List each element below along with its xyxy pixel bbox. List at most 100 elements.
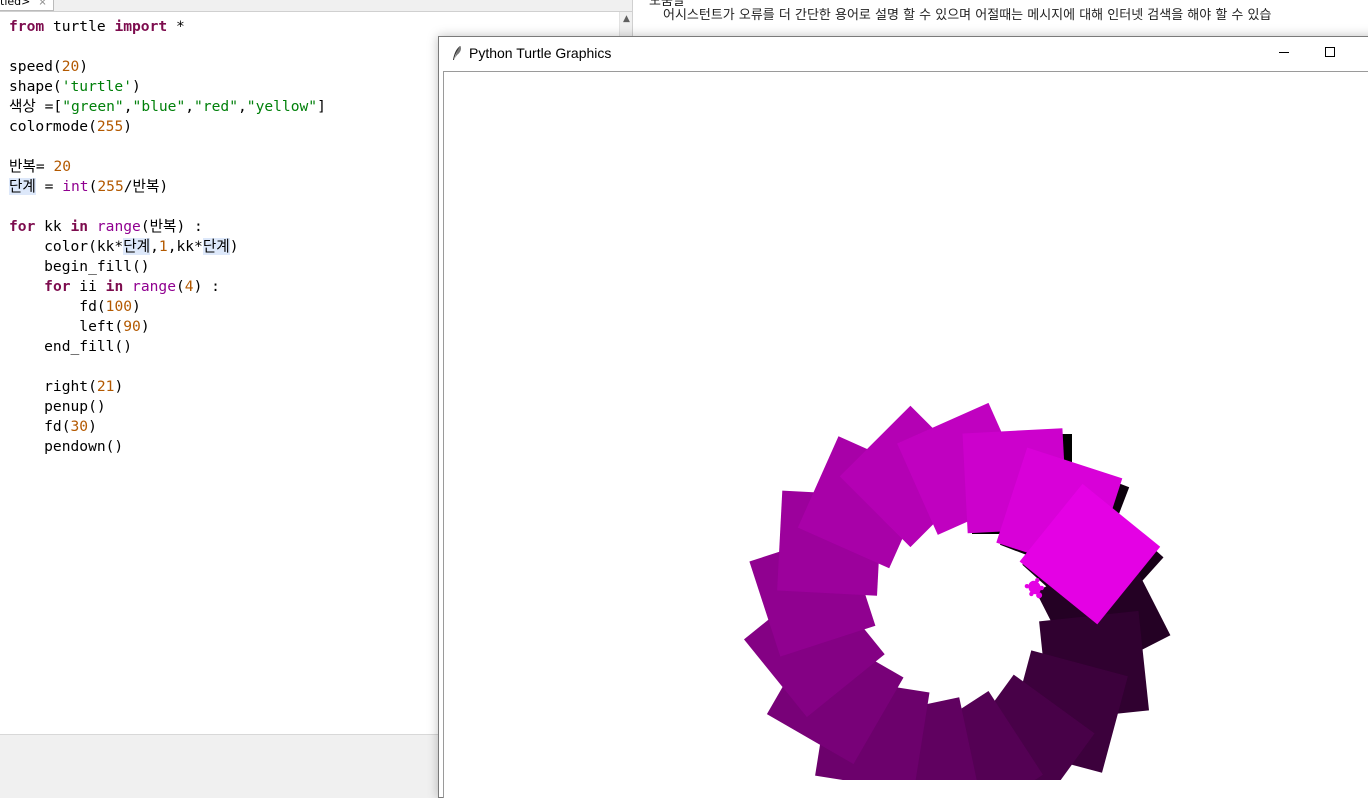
code-token: 단계 bbox=[123, 238, 151, 255]
code-token: in bbox=[70, 218, 89, 235]
maximize-icon bbox=[1325, 47, 1335, 57]
code-token: 'turtle' bbox=[61, 78, 133, 95]
code-token: 30 bbox=[70, 418, 89, 435]
code-token: kk bbox=[35, 218, 71, 235]
code-line[interactable]: 색상 =["green","blue","red","yellow"] bbox=[9, 97, 326, 117]
window-titlebar[interactable]: Python Turtle Graphics bbox=[439, 37, 1368, 69]
code-line[interactable]: fd(100) bbox=[9, 297, 326, 317]
code-line[interactable]: penup() bbox=[9, 397, 326, 417]
code-line[interactable]: for ii in range(4) : bbox=[9, 277, 326, 297]
code-token: penup() bbox=[9, 398, 106, 415]
code-token: ) bbox=[123, 118, 133, 135]
turtle-canvas-area bbox=[443, 71, 1368, 798]
code-token: right( bbox=[9, 378, 97, 395]
maximize-button[interactable] bbox=[1307, 37, 1353, 69]
scroll-up-icon[interactable]: ▲ bbox=[623, 14, 630, 24]
code-token: shape( bbox=[9, 78, 62, 95]
close-icon[interactable]: × bbox=[38, 0, 46, 8]
code-token: ) bbox=[79, 58, 89, 75]
code-token: ) : bbox=[193, 278, 220, 295]
code-line[interactable]: pendown() bbox=[9, 437, 326, 457]
code-line[interactable] bbox=[9, 357, 326, 377]
code-line[interactable]: colormode(255) bbox=[9, 117, 326, 137]
code-token: ) bbox=[114, 378, 124, 395]
code-line[interactable] bbox=[9, 37, 326, 57]
code-token: , bbox=[150, 238, 159, 255]
code-token: , bbox=[123, 98, 133, 115]
code-token: fd( bbox=[9, 298, 106, 315]
code-token: left( bbox=[9, 318, 124, 335]
code-token: (반복) : bbox=[140, 218, 203, 235]
code-token: from bbox=[9, 18, 45, 35]
minimize-button[interactable] bbox=[1261, 37, 1307, 69]
code-token: , bbox=[237, 98, 247, 115]
code-token: pendown() bbox=[9, 438, 124, 455]
code-line[interactable]: shape('turtle') bbox=[9, 77, 326, 97]
code-line[interactable]: left(90) bbox=[9, 317, 326, 337]
code-token: colormode( bbox=[9, 118, 97, 135]
help-pane-text: 어시스턴트가 오류를 더 간단한 용어로 설명 할 수 있으며 어절때는 메시지… bbox=[663, 8, 1272, 23]
feather-icon bbox=[453, 46, 461, 60]
help-pane: 도움말 어시스턴트가 오류를 더 간단한 용어로 설명 할 수 있으며 어절때는… bbox=[632, 0, 1368, 40]
code-line[interactable]: fd(30) bbox=[9, 417, 326, 437]
code-token: 20 bbox=[53, 158, 72, 175]
code-token: ( bbox=[175, 278, 185, 295]
code-token: range bbox=[96, 218, 141, 235]
code-token: import bbox=[114, 18, 168, 35]
window-title: Python Turtle Graphics bbox=[469, 45, 612, 61]
code-line[interactable]: from turtle import * bbox=[9, 17, 326, 37]
code-line[interactable]: speed(20) bbox=[9, 57, 326, 77]
code-token: for bbox=[44, 278, 71, 295]
code-token: ) bbox=[140, 318, 150, 335]
code-token: ,kk* bbox=[167, 238, 203, 255]
code-editor[interactable]: from turtle import * speed(20) shape('tur… bbox=[9, 17, 326, 457]
minimize-icon bbox=[1279, 52, 1289, 53]
code-token: 100 bbox=[105, 298, 133, 315]
code-token: ) bbox=[88, 418, 97, 435]
code-token: ) bbox=[229, 238, 239, 255]
code-token: 20 bbox=[61, 58, 80, 75]
code-token: "blue" bbox=[132, 98, 186, 115]
code-token: range bbox=[132, 278, 176, 295]
code-token: "red" bbox=[194, 98, 238, 115]
code-token: turtle bbox=[44, 18, 115, 35]
code-token: end_fill() bbox=[9, 338, 133, 355]
code-token: 255 bbox=[97, 178, 124, 195]
code-token: 1 bbox=[158, 238, 168, 255]
code-line[interactable]: 단계 = int(255/반복) bbox=[9, 177, 326, 197]
code-token: fd( bbox=[9, 418, 71, 435]
code-line[interactable]: color(kk*단계,1,kk*단계) bbox=[9, 237, 326, 257]
code-token: 4 bbox=[184, 278, 194, 295]
turtle-canvas bbox=[744, 402, 1171, 780]
code-token: 255 bbox=[96, 118, 124, 135]
code-line[interactable]: begin_fill() bbox=[9, 257, 326, 277]
code-token: "yellow" bbox=[246, 98, 318, 115]
code-line[interactable] bbox=[9, 197, 326, 217]
code-token: = bbox=[35, 178, 63, 195]
code-token: in bbox=[105, 278, 124, 295]
code-token: /반복) bbox=[123, 178, 169, 195]
code-line[interactable]: for kk in range(반복) : bbox=[9, 217, 326, 237]
editor-tab[interactable]: tled> × bbox=[0, 0, 54, 11]
code-token: 단계 bbox=[9, 178, 36, 195]
code-token: 90 bbox=[123, 318, 141, 335]
code-token: color(kk* bbox=[9, 238, 124, 255]
code-token: 단계 bbox=[202, 238, 230, 255]
code-token: for bbox=[9, 218, 36, 235]
code-token: ) bbox=[132, 298, 141, 315]
code-line[interactable] bbox=[9, 137, 326, 157]
code-line[interactable]: end_fill() bbox=[9, 337, 326, 357]
code-token: speed( bbox=[9, 58, 62, 75]
code-token: ] bbox=[317, 98, 326, 115]
editor-tabbar: tled> × bbox=[0, 0, 632, 12]
turtle-graphics-window: Python Turtle Graphics bbox=[438, 36, 1368, 798]
code-token: 21 bbox=[96, 378, 115, 395]
code-line[interactable]: right(21) bbox=[9, 377, 326, 397]
code-token: * bbox=[167, 18, 185, 35]
editor-tab-label: tled> bbox=[0, 0, 31, 8]
code-line[interactable]: 반복= 20 bbox=[9, 157, 326, 177]
code-token: , bbox=[185, 98, 195, 115]
